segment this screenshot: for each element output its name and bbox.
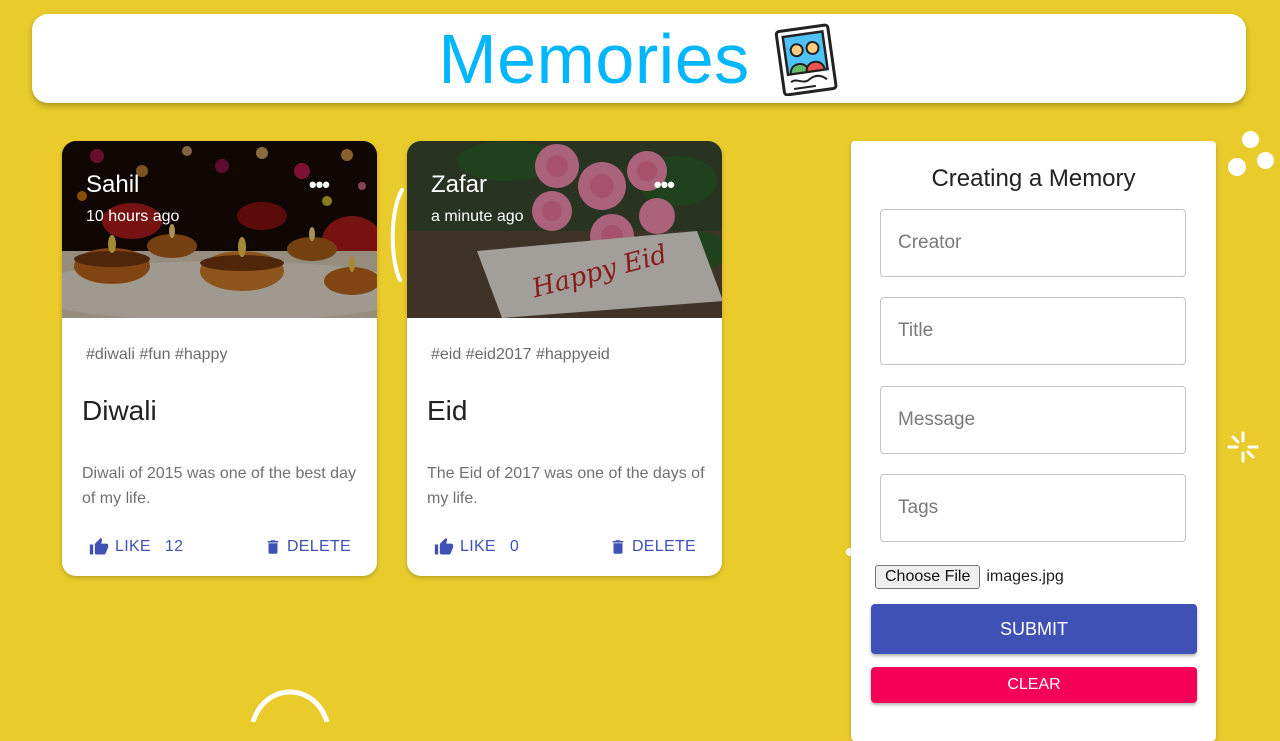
post-title: Diwali — [82, 395, 157, 426]
app-title: Memories — [438, 19, 750, 98]
thumb-up-icon — [89, 537, 109, 555]
memory-card: Sahil 10 hours ago ••• #diwali #fun #hap… — [62, 141, 377, 576]
like-label: LIKE — [115, 538, 151, 555]
card-actions: LIKE 0 DELETE — [433, 536, 696, 558]
card-media: Sahil 10 hours ago ••• — [62, 141, 377, 318]
photo-icon — [774, 23, 838, 96]
file-name: images.jpg — [986, 568, 1064, 585]
trash-icon — [612, 540, 624, 554]
card-media: Happy Eid Zafar a minute ago ••• — [407, 141, 722, 318]
delete-label: DELETE — [631, 538, 696, 555]
delete-button[interactable]: DELETE — [264, 537, 351, 557]
post-time: 10 hours ago — [86, 208, 180, 225]
like-count: 12 — [164, 538, 184, 555]
app-header: Memories — [32, 14, 1246, 103]
thumb-up-icon — [434, 537, 454, 555]
card-actions: LIKE 12 DELETE — [88, 536, 351, 558]
post-tags: #eid #eid2017 #happyeid — [431, 346, 610, 363]
post-title: Eid — [427, 395, 468, 426]
post-creator: Sahil — [86, 171, 140, 198]
file-picker: Choose File images.jpg — [875, 565, 1064, 589]
like-button[interactable]: LIKE 12 — [88, 537, 183, 557]
form-title: Creating a Memory — [931, 165, 1136, 192]
like-button[interactable]: LIKE 0 — [433, 537, 519, 557]
sparkle-doodle — [1227, 431, 1259, 463]
tags-input[interactable] — [880, 474, 1186, 542]
memory-card: Happy Eid Zafar a minute ago ••• #eid #e… — [407, 141, 722, 576]
creator-input[interactable] — [880, 209, 1186, 277]
memory-form: Creating a Memory Choose File images.jpg… — [851, 141, 1216, 741]
post-creator: Zafar — [431, 171, 488, 198]
background-dot — [1242, 131, 1259, 148]
delete-button[interactable]: DELETE — [609, 537, 696, 557]
clear-button[interactable]: CLEAR — [871, 667, 1197, 703]
background-doodle — [250, 689, 330, 722]
message-input[interactable] — [880, 386, 1186, 454]
post-tags: #diwali #fun #happy — [86, 346, 228, 363]
choose-file-button[interactable]: Choose File — [875, 565, 981, 589]
trash-icon — [267, 540, 279, 554]
post-message: Diwali of 2015 was one of the best day o… — [82, 465, 356, 507]
delete-label: DELETE — [286, 538, 351, 555]
more-options-icon[interactable]: ••• — [309, 174, 330, 196]
more-options-icon[interactable]: ••• — [654, 174, 675, 196]
post-message: The Eid of 2017 was one of the days of m… — [427, 465, 705, 507]
background-dot — [1257, 152, 1274, 169]
like-count: 0 — [509, 538, 520, 555]
submit-button[interactable]: SUBMIT — [871, 604, 1197, 654]
title-input[interactable] — [880, 297, 1186, 365]
background-dot — [1228, 158, 1246, 176]
post-time: a minute ago — [431, 208, 524, 225]
like-label: LIKE — [460, 538, 496, 555]
